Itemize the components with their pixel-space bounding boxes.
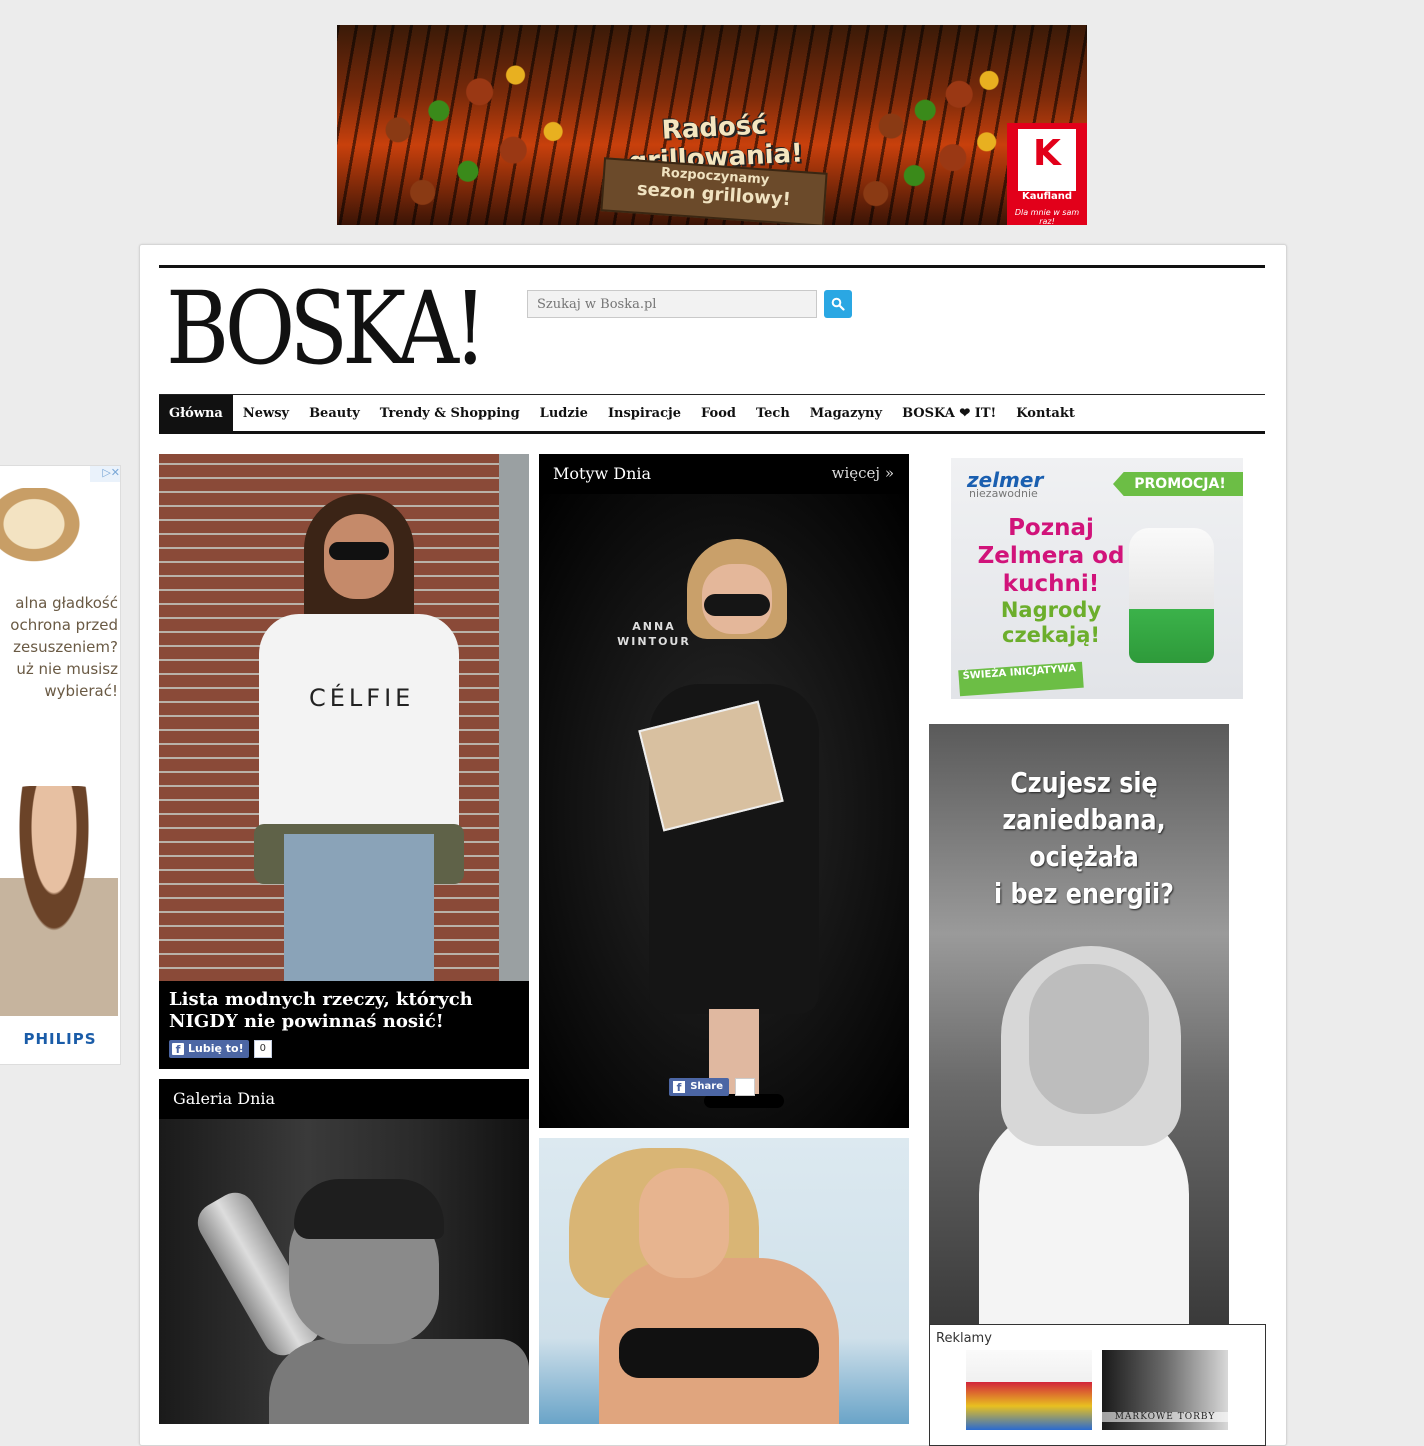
shirt-print: CÉLFIE xyxy=(309,684,415,712)
zelmer-subheadline: Nagrody czekają! xyxy=(1000,598,1102,647)
side-ad-line: ochrona przed xyxy=(10,616,118,634)
ad-thumbnail-bags[interactable]: MARKOWE TORBY xyxy=(1102,1350,1228,1430)
like-count: 0 xyxy=(253,1040,272,1058)
search-button[interactable] xyxy=(824,290,852,318)
side-ad-copy: alna gładkość ochrona przed zesuszeniem?… xyxy=(0,592,118,702)
ad-thumbnail-cosmetics[interactable] xyxy=(966,1350,1092,1430)
side-ad-line: zesuszeniem? xyxy=(13,638,118,656)
motyw-dnia-widget: Motyw Dnia więcej » ANNA WINTOUR xyxy=(539,454,909,1128)
kaufland-mark: K xyxy=(1018,129,1076,191)
zelmer-ad[interactable]: zelmer niezawodnie PROMOCJA! Poznaj Zelm… xyxy=(951,458,1243,699)
side-ad-line: alna gładkość xyxy=(15,594,118,612)
photo-shirt xyxy=(259,614,459,844)
photo-hair xyxy=(294,1179,444,1239)
photo-face xyxy=(639,1168,729,1278)
epilator-image xyxy=(0,488,100,578)
kaufland-logo: K Kaufland Dla mnie w sam raz! xyxy=(1007,123,1087,225)
site-logo[interactable]: BOSKA! xyxy=(166,270,488,388)
photo-shoes xyxy=(704,1094,784,1108)
health-ad-line: zaniedbana, xyxy=(1002,803,1166,836)
woman-image xyxy=(0,786,118,1016)
share-label: Share xyxy=(690,1081,723,1092)
philips-logo: PHILIPS xyxy=(23,1030,97,1048)
nav-item-trendy-shopping[interactable]: Trendy & Shopping xyxy=(370,395,530,431)
header-divider xyxy=(159,265,1265,268)
main-nav: Główna Newsy Beauty Trendy & Shopping Lu… xyxy=(159,395,1265,431)
nav-item-glowna[interactable]: Główna xyxy=(159,395,233,431)
motyw-dnia-photo[interactable]: ANNA WINTOUR xyxy=(539,494,909,1128)
swieza-inicjatywa-badge: ŚWIEŻA INICJATYWA xyxy=(958,661,1084,697)
grill-banner-ad[interactable]: Radość grillowania! Rozpoczynamy sezon g… xyxy=(337,25,1087,225)
photo-caption: ANNA WINTOUR xyxy=(617,620,691,648)
ad-thumbnail-text: MARKOWE TORBY xyxy=(1102,1412,1228,1422)
nav-item-kontakt[interactable]: Kontakt xyxy=(1006,395,1085,431)
zelmer-tagline: niezawodnie xyxy=(969,487,1038,500)
health-ad-line: Czujesz się xyxy=(1010,766,1158,799)
article-photo[interactable]: CÉLFIE xyxy=(159,454,529,981)
health-ad-line: i bez energii? xyxy=(994,877,1174,910)
philips-side-ad[interactable]: ▷✕ alna gładkość ochrona przed zesuszeni… xyxy=(0,465,121,1065)
side-ad-line: wybierać! xyxy=(44,682,118,700)
kaufland-brand: Kaufland xyxy=(1021,191,1073,202)
reklamy-label: Reklamy xyxy=(936,1331,992,1346)
zelmer-headline: Poznaj Zelmera od kuchni! xyxy=(977,515,1125,597)
motyw-dnia-more-link[interactable]: więcej » xyxy=(832,464,894,482)
nav-item-ludzie[interactable]: Ludzie xyxy=(530,395,598,431)
facebook-icon: f xyxy=(172,1043,184,1056)
health-ad-text: Czujesz się zaniedbana, ociężała i bez e… xyxy=(952,764,1216,912)
nav-item-tech[interactable]: Tech xyxy=(746,395,800,431)
nav-item-magazyny[interactable]: Magazyny xyxy=(800,395,892,431)
fashion-model-image: CÉLFIE xyxy=(249,494,469,981)
facebook-like-button[interactable]: f Lubię to! xyxy=(169,1040,249,1058)
motyw-dnia-heading: Motyw Dnia xyxy=(553,464,652,483)
galeria-dnia-photo[interactable] xyxy=(159,1119,529,1424)
nav-item-food[interactable]: Food xyxy=(691,395,746,431)
meat-grinder-image xyxy=(1129,528,1214,663)
photo-bikini-top xyxy=(619,1328,819,1378)
facebook-share-button[interactable]: f Share xyxy=(669,1078,729,1096)
photo-sunglasses xyxy=(704,594,770,616)
side-ad-line: uż nie musisz xyxy=(16,660,118,678)
nav-item-boska-it[interactable]: BOSKA ❤ IT! xyxy=(892,395,1006,431)
search-input[interactable] xyxy=(527,290,817,318)
article-photo-card[interactable] xyxy=(539,1138,909,1424)
facebook-like-widget: f Lubię to! 0 xyxy=(169,1040,272,1058)
photo-face xyxy=(1029,964,1149,1114)
article-title[interactable]: Lista modnych rzeczy, których NIGDY nie … xyxy=(169,989,519,1033)
featured-article-card[interactable]: CÉLFIE Lista modnych rzeczy, których NIG… xyxy=(159,454,529,1069)
share-count xyxy=(735,1078,755,1096)
search-icon xyxy=(831,297,845,311)
kaufland-slogan: Dla mnie w sam raz! xyxy=(1014,208,1080,225)
facebook-icon: f xyxy=(673,1081,685,1094)
adchoices-icon[interactable]: ▷✕ xyxy=(90,466,120,482)
nav-divider-bottom xyxy=(159,431,1265,434)
facebook-like-label: Lubię to! xyxy=(188,1042,244,1055)
galeria-dnia-heading: Galeria Dnia xyxy=(173,1089,276,1108)
photo-sunglasses xyxy=(329,542,389,560)
health-ad[interactable]: Czujesz się zaniedbana, ociężała i bez e… xyxy=(929,724,1229,1324)
promo-badge: PROMOCJA! xyxy=(1113,472,1243,496)
nav-item-newsy[interactable]: Newsy xyxy=(233,395,299,431)
health-ad-line: ociężała xyxy=(1029,840,1139,873)
photo-body xyxy=(269,1339,529,1424)
reklamy-box: Reklamy MARKOWE TORBY xyxy=(929,1324,1266,1446)
nav-item-inspiracje[interactable]: Inspiracje xyxy=(598,395,691,431)
galeria-dnia-widget: Galeria Dnia xyxy=(159,1079,529,1424)
nav-item-beauty[interactable]: Beauty xyxy=(299,395,370,431)
photo-jeans xyxy=(284,834,434,981)
photo-wall xyxy=(499,454,529,981)
